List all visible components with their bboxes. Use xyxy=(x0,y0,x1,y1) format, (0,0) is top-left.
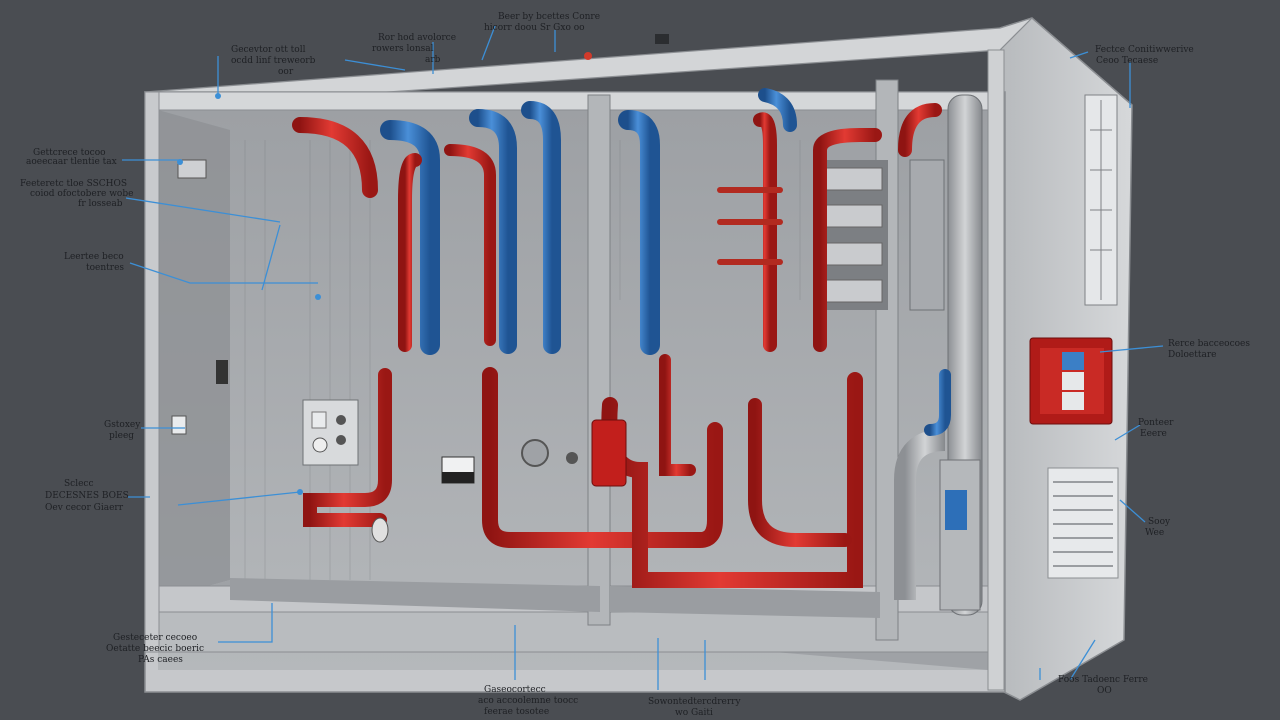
callout-bottom-right: Foos Tadoenc Ferre OO xyxy=(1058,675,1151,696)
pressure-gauge xyxy=(521,439,549,467)
callout-left-1: Gettcrece tocoo aoeecaar tlentie tax xyxy=(26,148,117,167)
control-box xyxy=(302,399,359,466)
callout-left-5: Sclecc DECESNES BOES Oev cecor Giaerr xyxy=(45,479,132,513)
diagram-canvas: Gecevtor ott toll ocdd linf treweorb oor… xyxy=(20,12,1253,718)
left-post xyxy=(144,91,160,653)
callout-left-3: Leertee beco toentres xyxy=(64,252,126,273)
callout-right-3: Sooy Wee xyxy=(1145,517,1173,538)
callout-top-left: Gecevtor ott toll ocdd linf treweorb oor xyxy=(231,45,318,77)
callout-right-2: Ponteer Eeere xyxy=(1138,418,1176,439)
callout-top-center-left: Ror hod avolorce rowers lonsal arb xyxy=(372,33,459,65)
callout-right-1: Rerce bacceocoes Doloettare xyxy=(1168,339,1253,360)
hvac-diagram: Gecevtor ott toll ocdd linf treweorb oor… xyxy=(0,0,1280,720)
callout-top-center: Beer by bcettes Conre hicorr doou Sr Gxo… xyxy=(484,12,603,33)
side-vent-window xyxy=(1084,94,1118,306)
callout-left-2: Feeteretc tloe SSCHOS coiod ofoctobere w… xyxy=(20,179,136,209)
callout-left-4: Gstoxey pleeg xyxy=(104,420,143,441)
callout-top-right: Fectce Conitiwwerive Ceoo Tecaese xyxy=(1095,45,1197,66)
callout-bottom-center-right: Sowontedtercdrerry wo Gaiti xyxy=(648,697,743,718)
side-control-panel xyxy=(1029,337,1113,425)
side-grille xyxy=(1047,467,1119,579)
